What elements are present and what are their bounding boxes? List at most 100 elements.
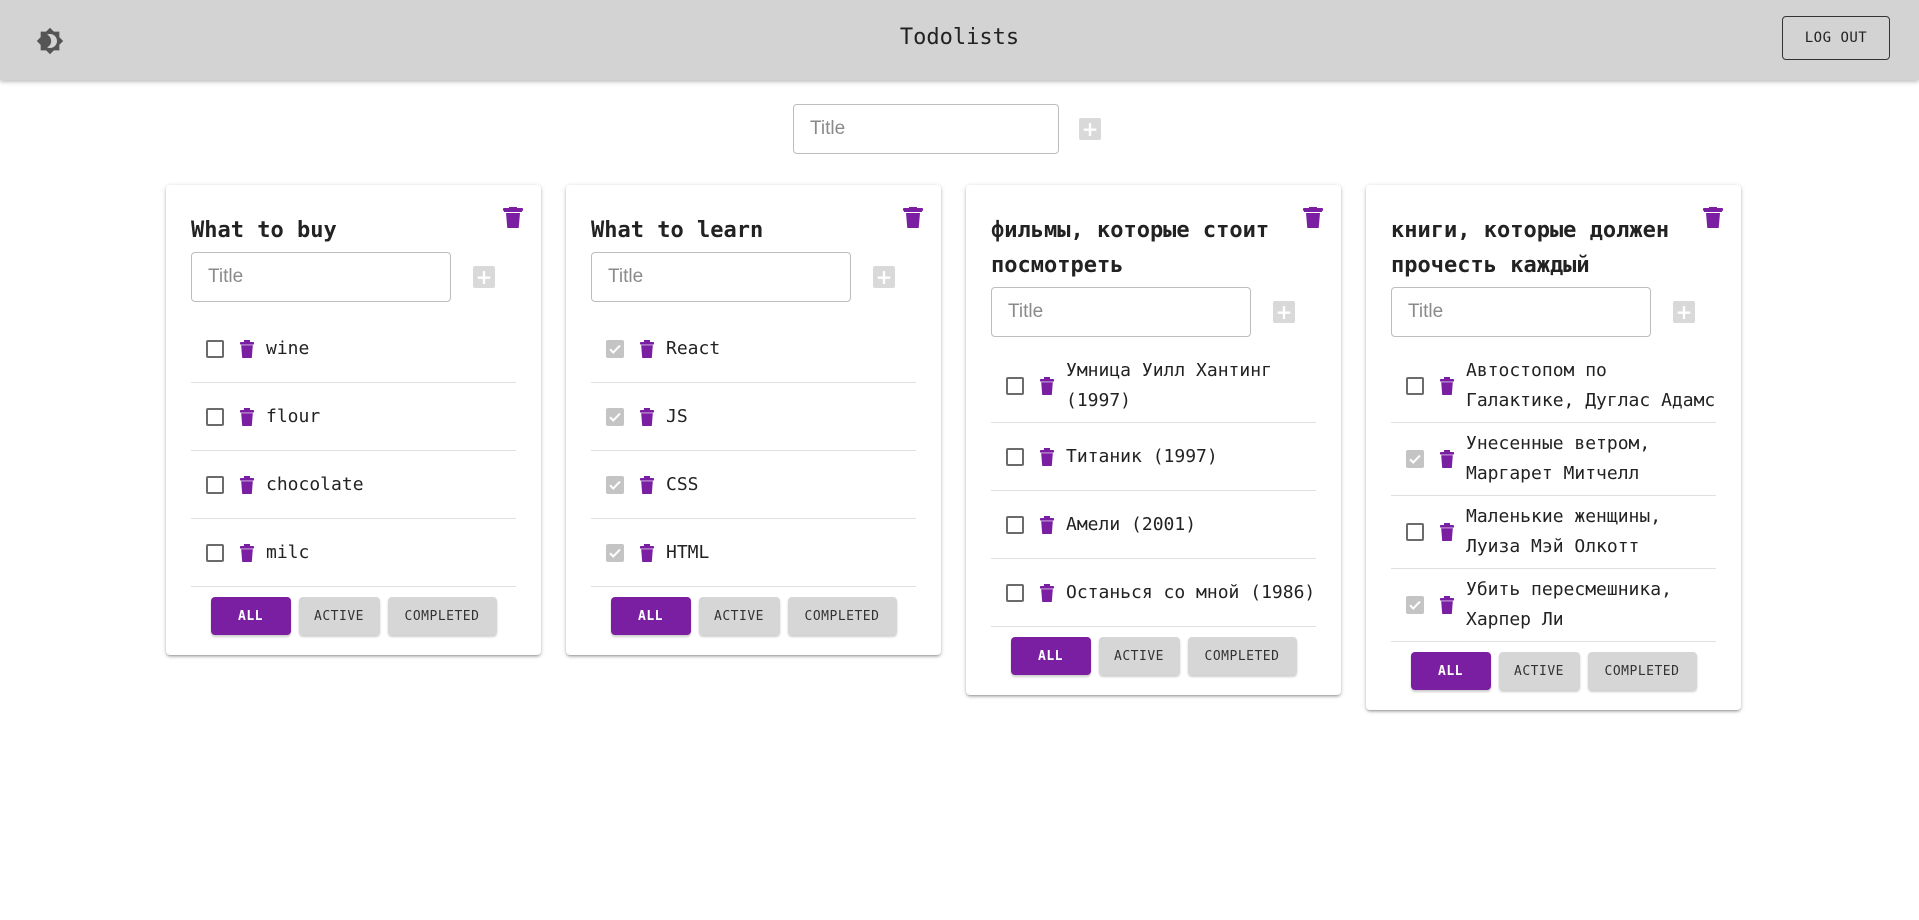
task-item: HTML xyxy=(591,519,916,587)
filter-completed-button[interactable]: COMPLETED xyxy=(787,597,897,635)
task-checkbox-checked[interactable] xyxy=(606,339,624,358)
delete-task-icon[interactable] xyxy=(1440,523,1454,541)
delete-task-icon[interactable] xyxy=(240,475,254,494)
filter-all-button[interactable]: ALL xyxy=(1410,652,1491,690)
add-task-form: + xyxy=(191,252,516,302)
plus-icon: + xyxy=(1675,300,1693,324)
new-task-title-input[interactable] xyxy=(191,252,451,302)
todolist-title[interactable]: книги, которые должен прочесть каждый xyxy=(1391,213,1716,283)
task-title[interactable]: chocolate xyxy=(266,470,364,500)
brightness-icon[interactable] xyxy=(32,23,68,59)
delete-task-icon[interactable] xyxy=(1440,596,1454,614)
delete-todolist-icon[interactable] xyxy=(1703,205,1723,233)
new-task-title-input[interactable] xyxy=(591,252,851,302)
filter-active-button[interactable]: ACTIVE xyxy=(1498,652,1580,690)
task-checkbox[interactable] xyxy=(1406,377,1424,395)
task-item: Убить пересмешника, Харпер Ли xyxy=(1391,569,1716,642)
todolist-card: What to buy + wine flour chocolate milc … xyxy=(166,185,541,655)
logout-button[interactable]: LOG OUT xyxy=(1782,16,1890,60)
add-task-form: + xyxy=(1391,287,1716,337)
add-task-button[interactable]: + xyxy=(1273,301,1295,323)
task-checkbox-checked[interactable] xyxy=(606,407,624,426)
new-task-title-input[interactable] xyxy=(991,287,1251,337)
task-item: milc xyxy=(191,519,516,587)
task-checkbox-checked[interactable] xyxy=(1406,450,1424,468)
task-list: React JS CSS HTML xyxy=(591,315,916,587)
task-title[interactable]: Амели (2001) xyxy=(1066,510,1196,540)
todolist-title[interactable]: What to learn xyxy=(591,213,916,248)
task-title[interactable]: JS xyxy=(666,402,688,432)
todolist-title[interactable]: What to buy xyxy=(191,213,516,248)
delete-task-icon[interactable] xyxy=(1040,515,1054,534)
filter-buttons: ALL ACTIVE COMPLETED xyxy=(591,597,916,635)
delete-task-icon[interactable] xyxy=(240,339,254,358)
delete-task-icon[interactable] xyxy=(240,407,254,426)
filter-completed-button[interactable]: COMPLETED xyxy=(1187,637,1297,675)
task-checkbox[interactable] xyxy=(1406,523,1424,541)
filter-active-button[interactable]: ACTIVE xyxy=(698,597,780,635)
task-title[interactable]: React xyxy=(666,334,720,364)
add-todolist-form: + xyxy=(793,104,1101,154)
task-title[interactable]: CSS xyxy=(666,470,699,500)
task-checkbox[interactable] xyxy=(206,475,224,494)
todolist-title[interactable]: фильмы, которые стоит посмотреть xyxy=(991,213,1316,283)
task-checkbox-checked[interactable] xyxy=(1406,596,1424,614)
task-checkbox[interactable] xyxy=(1006,447,1024,466)
delete-task-icon[interactable] xyxy=(1440,377,1454,395)
task-title[interactable]: Останься со мной (1986) xyxy=(1066,578,1315,608)
delete-task-icon[interactable] xyxy=(1040,583,1054,602)
new-task-title-input[interactable] xyxy=(1391,287,1651,337)
task-title[interactable]: Автостопом по Галактике, Дуглас Адамс xyxy=(1466,356,1716,416)
todolist-card: фильмы, которые стоит посмотреть + Умниц… xyxy=(966,185,1341,695)
delete-task-icon[interactable] xyxy=(1040,377,1054,395)
task-checkbox[interactable] xyxy=(1006,583,1024,602)
task-item: Унесенные ветром, Маргарет Митчелл xyxy=(1391,423,1716,496)
filter-completed-button[interactable]: COMPLETED xyxy=(1587,652,1697,690)
delete-todolist-icon[interactable] xyxy=(503,205,523,233)
task-item: Автостопом по Галактике, Дуглас Адамс xyxy=(1391,350,1716,423)
task-title[interactable]: Убить пересмешника, Харпер Ли xyxy=(1466,575,1716,635)
task-title[interactable]: wine xyxy=(266,334,309,364)
task-title[interactable]: HTML xyxy=(666,538,709,568)
task-title[interactable]: Унесенные ветром, Маргарет Митчелл xyxy=(1466,429,1716,489)
delete-task-icon[interactable] xyxy=(640,543,654,562)
task-item: Титаник (1997) xyxy=(991,423,1316,491)
task-checkbox[interactable] xyxy=(206,407,224,426)
delete-task-icon[interactable] xyxy=(1040,447,1054,466)
todolist-card: What to learn + React JS CSS HTML ALL A xyxy=(566,185,941,655)
task-title[interactable]: Маленькие женщины, Луиза Мэй Олкотт xyxy=(1466,502,1716,562)
filter-all-button[interactable]: ALL xyxy=(210,597,291,635)
task-title[interactable]: Умница Уилл Хантинг (1997) xyxy=(1066,356,1316,416)
add-task-form: + xyxy=(991,287,1316,337)
delete-task-icon[interactable] xyxy=(1440,450,1454,468)
delete-todolist-icon[interactable] xyxy=(1303,205,1323,233)
delete-task-icon[interactable] xyxy=(640,407,654,426)
filter-active-button[interactable]: ACTIVE xyxy=(1098,637,1180,675)
filter-all-button[interactable]: ALL xyxy=(1010,637,1091,675)
filter-all-button[interactable]: ALL xyxy=(610,597,691,635)
task-checkbox-checked[interactable] xyxy=(606,543,624,562)
add-todolist-button[interactable]: + xyxy=(1079,118,1101,140)
filter-completed-button[interactable]: COMPLETED xyxy=(387,597,497,635)
add-task-button[interactable]: + xyxy=(473,266,495,288)
task-checkbox[interactable] xyxy=(1006,377,1024,395)
task-item: JS xyxy=(591,383,916,451)
delete-task-icon[interactable] xyxy=(640,339,654,358)
task-checkbox-checked[interactable] xyxy=(606,475,624,494)
task-title[interactable]: milc xyxy=(266,538,309,568)
task-checkbox[interactable] xyxy=(206,339,224,358)
task-checkbox[interactable] xyxy=(206,543,224,562)
delete-task-icon[interactable] xyxy=(640,475,654,494)
new-todolist-title-input[interactable] xyxy=(793,104,1059,154)
task-title[interactable]: flour xyxy=(266,402,320,432)
task-checkbox[interactable] xyxy=(1006,515,1024,534)
add-task-button[interactable]: + xyxy=(873,266,895,288)
filter-active-button[interactable]: ACTIVE xyxy=(298,597,380,635)
task-title[interactable]: Титаник (1997) xyxy=(1066,442,1218,472)
task-item: Останься со мной (1986) xyxy=(991,559,1316,627)
plus-icon: + xyxy=(875,265,893,289)
delete-todolist-icon[interactable] xyxy=(903,205,923,233)
add-task-button[interactable]: + xyxy=(1673,301,1695,323)
delete-task-icon[interactable] xyxy=(240,543,254,562)
plus-icon: + xyxy=(475,265,493,289)
